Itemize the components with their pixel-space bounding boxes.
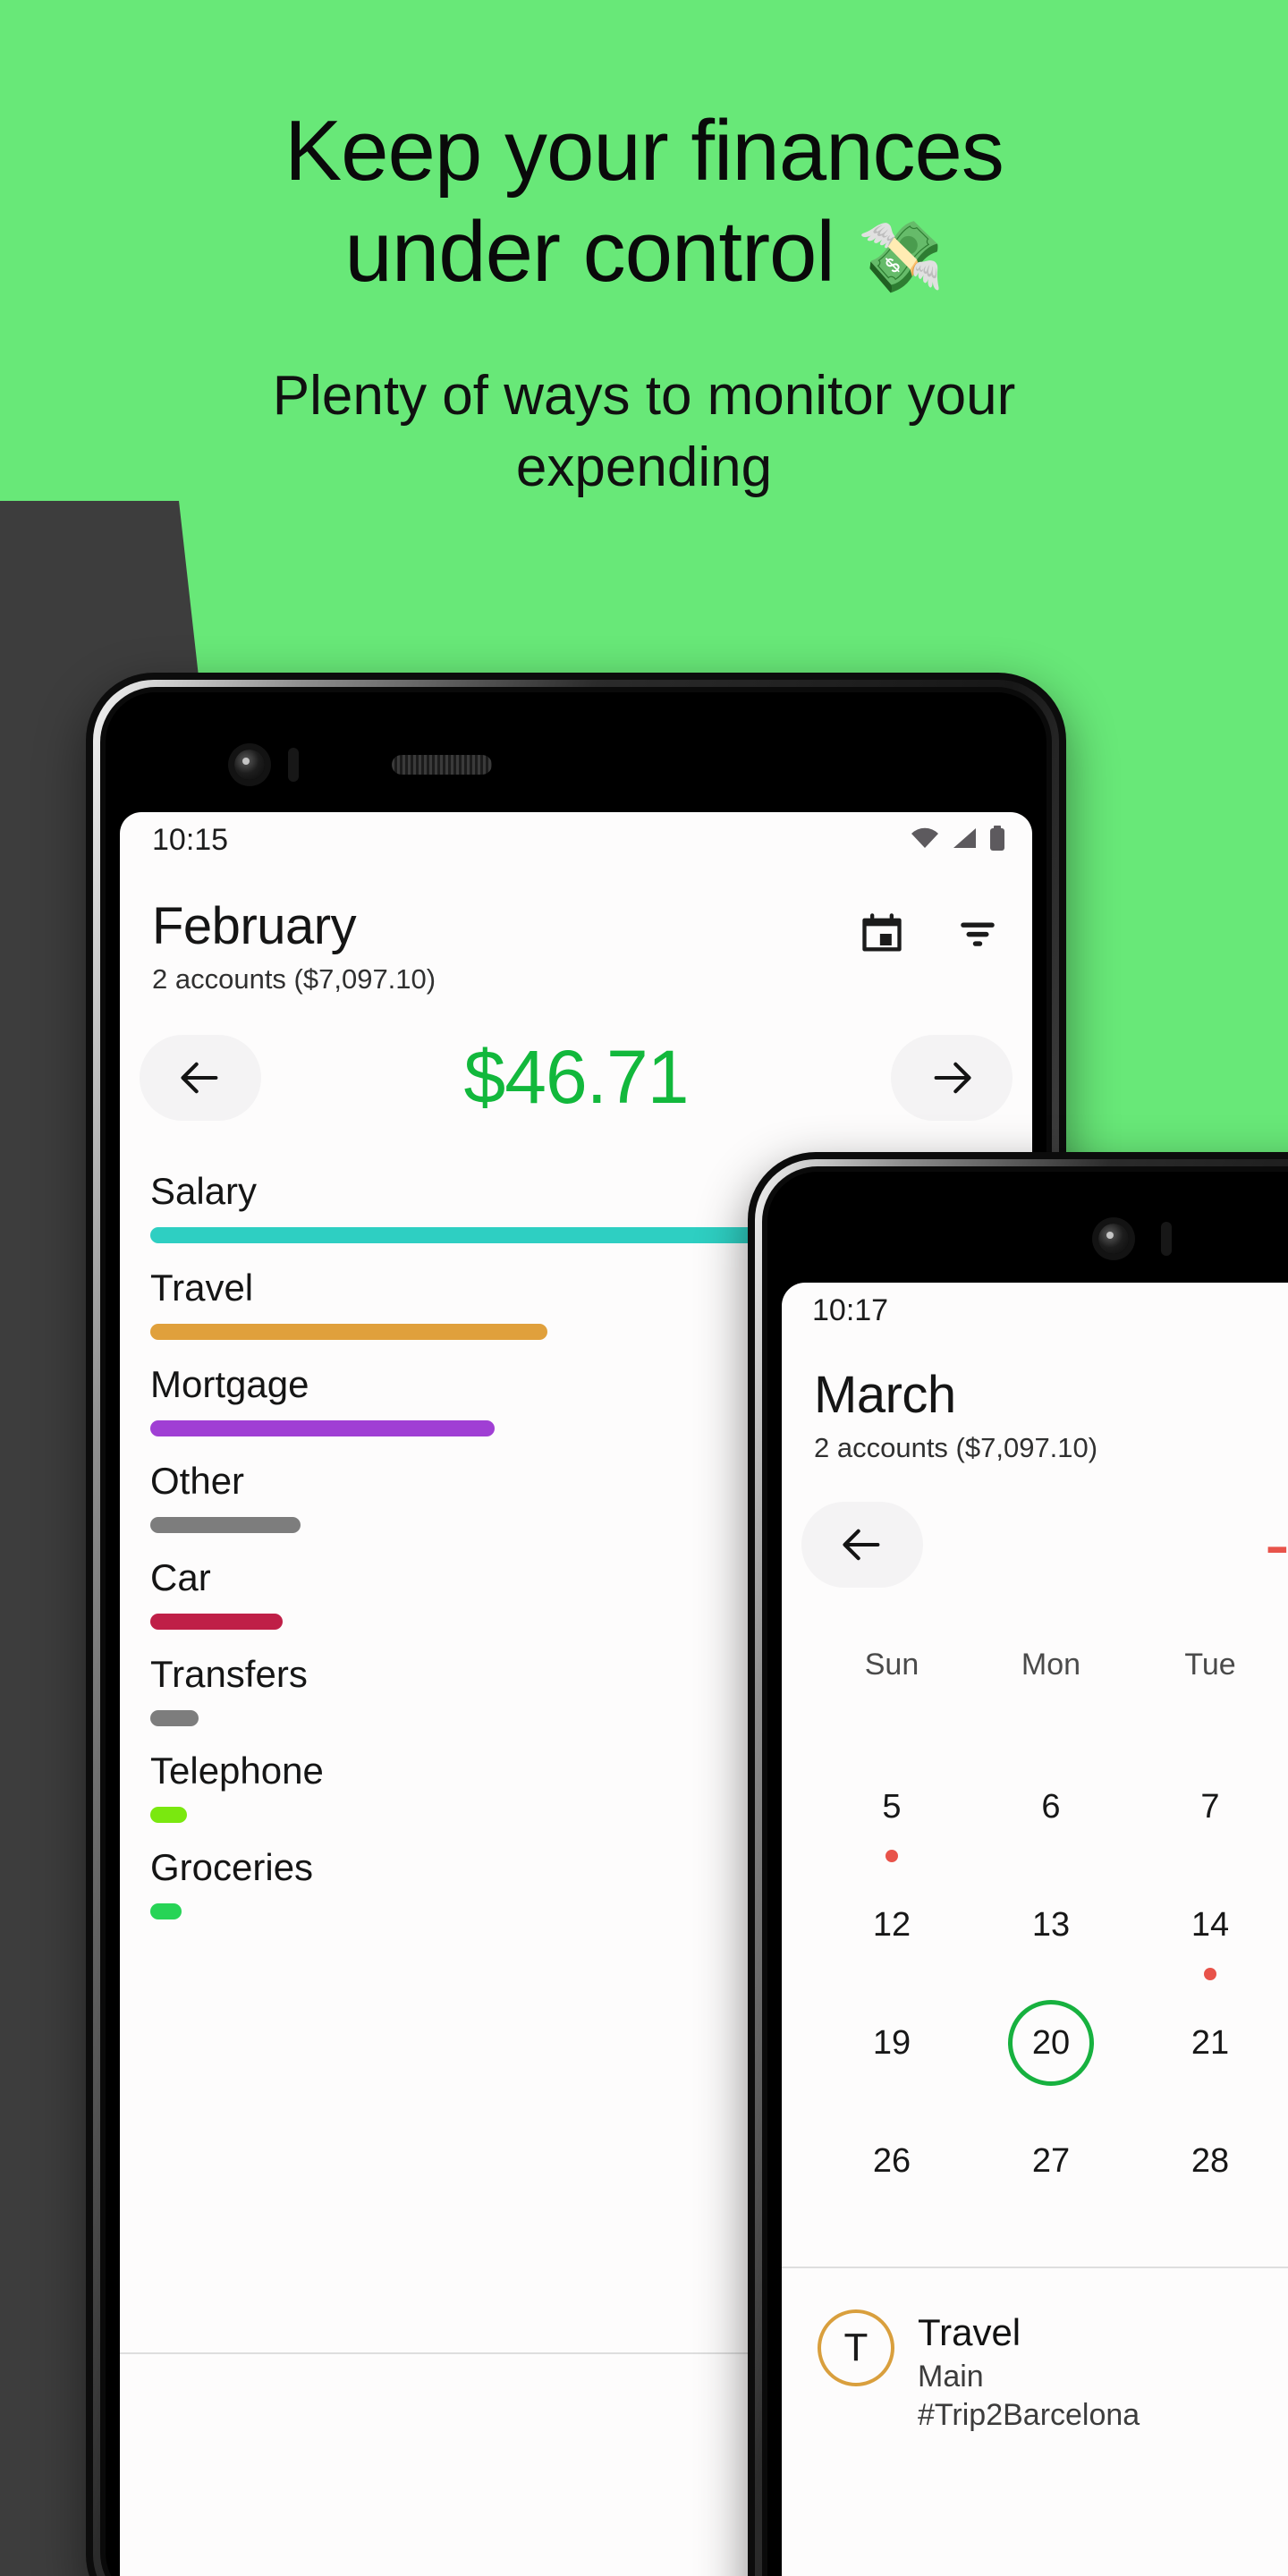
period-nav-left: $46.71 xyxy=(120,1034,1032,1121)
previous-month-button[interactable] xyxy=(140,1034,261,1121)
weekday-label: Mon xyxy=(1021,1648,1081,1682)
calendar-day-cell-selected[interactable]: 20 xyxy=(971,1984,1131,2102)
weekday-label: Sun xyxy=(864,1648,919,1682)
category-bar xyxy=(150,1517,301,1533)
headline-line-2: under control xyxy=(344,204,835,301)
status-clock: 10:17 xyxy=(812,1292,889,1327)
status-clock: 10:15 xyxy=(152,822,229,857)
proximity-sensor-icon xyxy=(288,748,299,782)
calendar-day-number: 12 xyxy=(872,1905,911,1944)
month-header-block: March 2 accounts ($7,097.10) xyxy=(814,1365,1097,1464)
phone-right-screen: 10:17 March 2 accounts ($7,097.10) -$12 xyxy=(782,1283,1288,2576)
category-bar xyxy=(150,1614,283,1630)
calendar-day-cell[interactable]: 19 xyxy=(812,1984,971,2102)
calendar-day-number: 28 xyxy=(1191,2141,1230,2180)
avatar-letter: T xyxy=(843,2326,869,2369)
promo-headline: Keep your finances under control 💸 xyxy=(0,100,1288,303)
month-title: February xyxy=(152,897,357,955)
header-actions xyxy=(859,896,1000,962)
calendar-day-cell[interactable]: 6 xyxy=(971,1748,1131,1866)
calendar-day-number: 26 xyxy=(872,2141,911,2180)
calendar-day-cell[interactable]: 21 xyxy=(1131,1984,1288,2102)
money-with-wings-icon: 💸 xyxy=(857,217,944,297)
app-header-right: March 2 accounts ($7,097.10) xyxy=(782,1365,1288,1464)
battery-icon xyxy=(989,825,1005,855)
period-amount: -$12 xyxy=(1264,1502,1288,1586)
calendar-grid: 5 6 7 12 13 14 19 20 21 26 27 28 xyxy=(812,1748,1288,2220)
phone-bezel: 10:17 March 2 accounts ($7,097.10) -$12 xyxy=(767,1172,1288,2576)
headline-line-1: Keep your finances xyxy=(284,103,1004,199)
calendar-week-row: 26 27 28 xyxy=(812,2102,1288,2220)
calendar-day-cell[interactable]: 26 xyxy=(812,2102,971,2220)
promo-subheadline: Plenty of ways to monitor your expending xyxy=(272,364,1016,499)
avatar: T xyxy=(818,2309,894,2386)
transaction-row[interactable]: T Travel Main #Trip2Barcelona xyxy=(818,2309,1140,2433)
status-system-icons xyxy=(911,825,1005,855)
accounts-summary: 2 accounts ($7,097.10) xyxy=(152,963,436,995)
category-bar xyxy=(150,1807,188,1823)
filter-icon[interactable] xyxy=(955,911,1000,961)
calendar-day-number: 19 xyxy=(872,2023,911,2062)
previous-month-button[interactable] xyxy=(801,1501,923,1588)
transaction-tag: #Trip2Barcelona xyxy=(918,2398,1140,2432)
transaction-title: Travel xyxy=(918,2311,1021,2353)
promo-text-block: Keep your finances under control 💸 Plent… xyxy=(0,100,1288,504)
status-bar-right: 10:17 xyxy=(782,1283,1288,1338)
month-header-block: February 2 accounts ($7,097.10) xyxy=(152,896,436,996)
status-bar-left: 10:15 xyxy=(120,812,1032,868)
proximity-sensor-icon xyxy=(1161,1222,1172,1256)
calendar-day-number: 7 xyxy=(1200,1787,1220,1826)
category-bar xyxy=(150,1420,495,1436)
next-month-button[interactable] xyxy=(891,1034,1013,1121)
calendar-weekday-header: Sun Mon Tue xyxy=(812,1648,1288,1682)
front-camera-icon xyxy=(1098,1224,1129,1254)
calendar-day-cell[interactable]: 13 xyxy=(971,1866,1131,1984)
accounts-summary: 2 accounts ($7,097.10) xyxy=(814,1432,1098,1463)
calendar-day-number: 27 xyxy=(1031,2141,1071,2180)
calendar-day-number: 13 xyxy=(1031,1905,1071,1944)
calendar-day-number: 21 xyxy=(1191,2023,1230,2062)
weekday-label: Tue xyxy=(1184,1648,1236,1682)
calendar-day-cell[interactable]: 5 xyxy=(812,1748,971,1866)
calendar-week-row: 19 20 21 xyxy=(812,1984,1288,2102)
transaction-dot-icon xyxy=(1204,1968,1216,1980)
calendar-day-cell[interactable]: 12 xyxy=(812,1866,971,1984)
front-camera-icon xyxy=(234,750,265,780)
wifi-icon xyxy=(911,827,939,853)
calendar-day-number: 6 xyxy=(1041,1787,1061,1826)
month-title: March xyxy=(814,1366,956,1424)
phone-mockup-right: 10:17 March 2 accounts ($7,097.10) -$12 xyxy=(748,1152,1288,2576)
category-bar xyxy=(150,1324,547,1340)
transaction-account: Main xyxy=(918,2360,984,2394)
calendar-day-cell[interactable]: 7 xyxy=(1131,1748,1288,1866)
calendar-day-number: 14 xyxy=(1191,1905,1230,1944)
earpiece-speaker-icon xyxy=(392,755,492,775)
category-bar xyxy=(150,1903,182,1919)
calendar-day-cell[interactable]: 14 xyxy=(1131,1866,1288,1984)
category-bar xyxy=(150,1710,199,1726)
calendar-day-number: 5 xyxy=(882,1787,902,1826)
calendar-week-row: 12 13 14 xyxy=(812,1866,1288,1984)
period-amount: $46.71 xyxy=(463,1035,690,1119)
app-header-left: February 2 accounts ($7,097.10) xyxy=(120,896,1032,996)
transaction-divider xyxy=(782,2267,1288,2268)
transaction-dot-icon xyxy=(886,1850,898,1862)
period-nav-right: -$12 xyxy=(782,1501,1288,1588)
promo-screenshot: Keep your finances under control 💸 Plent… xyxy=(0,0,1288,2576)
calendar-icon[interactable] xyxy=(859,911,905,962)
cellular-signal-icon xyxy=(952,827,977,853)
transaction-details: Travel Main #Trip2Barcelona xyxy=(918,2309,1140,2433)
calendar-week-row: 5 6 7 xyxy=(812,1748,1288,1866)
selected-day-ring xyxy=(1008,2000,1094,2086)
calendar-day-cell[interactable]: 28 xyxy=(1131,2102,1288,2220)
calendar-day-cell[interactable]: 27 xyxy=(971,2102,1131,2220)
